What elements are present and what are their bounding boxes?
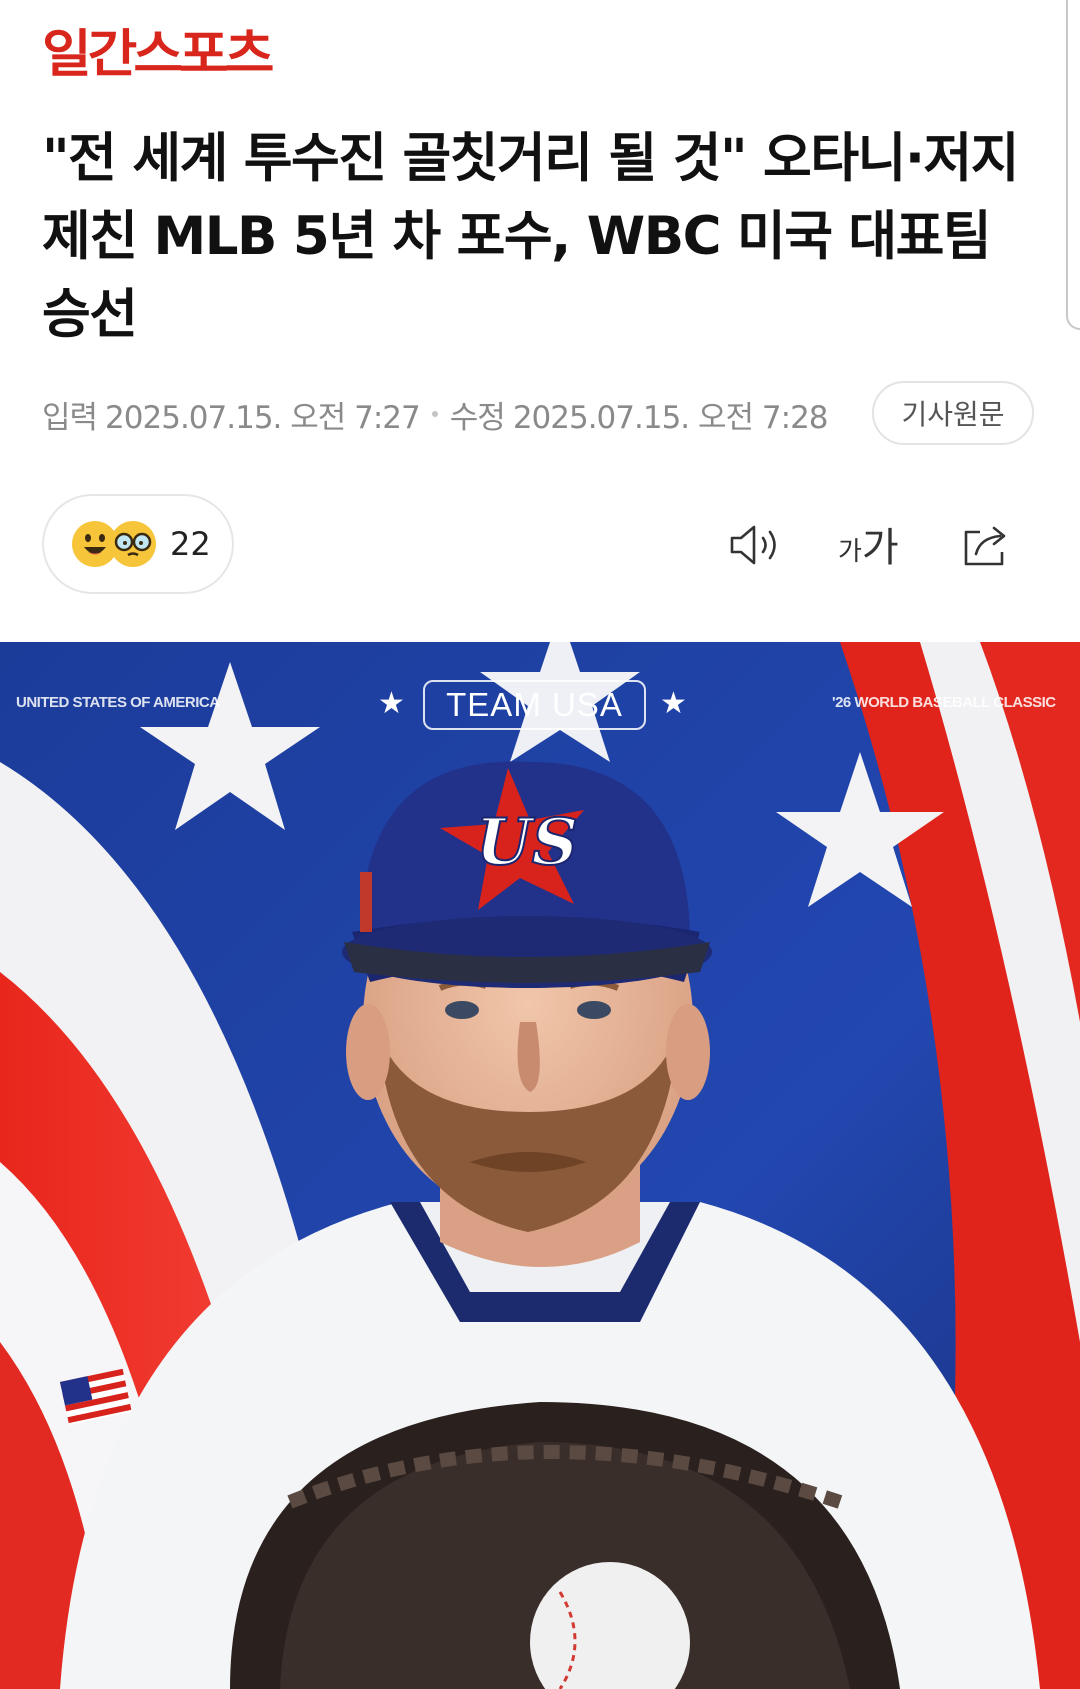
star-icon: ★ (378, 686, 405, 721)
article-headline: "전 세계 투수진 골칫거리 될 것" 오타니·저지 제친 MLB 5년 차 포… (42, 128, 1020, 345)
font-size-icon[interactable]: 가 가 (838, 512, 899, 572)
edit-time: 2025.07.15. 오전 7:28 (512, 399, 829, 436)
scrollbar-edge (1066, 0, 1080, 330)
edit-label: 수정 (449, 399, 506, 436)
font-size-small-label: 가 (838, 537, 862, 567)
reaction-button[interactable]: 22 (42, 494, 234, 594)
input-time: 2025.07.15. 오전 7:27 (105, 399, 421, 436)
star-icon: ★ (660, 686, 687, 721)
photo-left-caption: UNITED STATES OF AMERICA (16, 694, 220, 711)
original-article-button[interactable]: 기사원문 (872, 381, 1034, 445)
article-meta: 입력 2025.07.15. 오전 7:27 수정 2025.07.15. 오전… (42, 386, 829, 442)
speaker-icon[interactable] (726, 515, 786, 575)
meta-separator (431, 411, 438, 417)
photo-right-caption: '26 WORLD BASEBALL CLASSIC (832, 694, 1056, 711)
cap-logo: US (476, 805, 578, 880)
font-size-large-label: 가 (861, 525, 899, 571)
site-logo[interactable]: 일간스포츠 (42, 26, 274, 83)
team-usa-badge: TEAM USA (423, 680, 646, 730)
share-icon[interactable] (956, 515, 1016, 575)
glasses-emoji-icon (110, 521, 156, 567)
reaction-count: 22 (170, 525, 211, 563)
player-portrait-illustration: US (0, 642, 1080, 1689)
article-photo: US UNITED STATES OF AMERICA ★ TEAM USA ★… (0, 642, 1080, 1689)
input-label: 입력 (42, 399, 98, 436)
